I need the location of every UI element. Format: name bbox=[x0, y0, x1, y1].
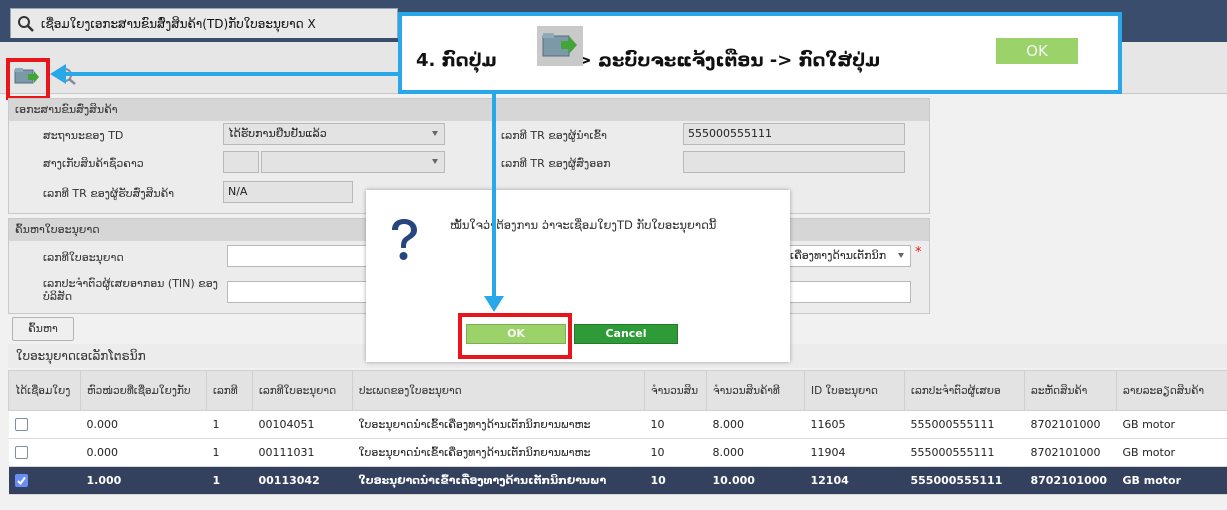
tab-title: ເຊື່ອມໃຍງເອກະສານຂົນສົ່ງສິນຄ້າ(TD)ກັບໃບອະ… bbox=[41, 16, 316, 31]
cell: 8.000 bbox=[706, 410, 805, 439]
td-status-value: ໄດ້ຮັບການຢືນຢັນແລ້ວ bbox=[228, 127, 327, 140]
warehouse-code-field[interactable] bbox=[223, 151, 259, 173]
table-row-selected[interactable]: 1.000 1 00113042 ໃບອະນຸຍາດນໍາເຂົ້າເຄື່ອງ… bbox=[8, 466, 1227, 495]
instruction-callout: 4. ກົດປຸ່ມ -> ລະບົບຈະແຈ້ງເຕືອນ -> ກົດໃສ່… bbox=[398, 12, 1122, 94]
license-no-input[interactable] bbox=[227, 245, 377, 267]
license-no-label: ເລກທີໃບອະນຸຍາດ bbox=[43, 251, 124, 264]
td-status-select[interactable]: ໄດ້ຮັບການຢືນຢັນແລ້ວ bbox=[223, 123, 445, 145]
cell: GB motor bbox=[1116, 438, 1227, 467]
tin-extra-input[interactable] bbox=[785, 281, 911, 303]
cell: 555000555111 bbox=[904, 410, 1025, 439]
chevron-down-icon bbox=[432, 159, 438, 164]
col-header[interactable]: ຫົວໜ່ວຍທີ່ເຊື່ອມໃຍງກັບ bbox=[80, 370, 207, 411]
confirm-dialog: ໝັ້ນໃຈວ່າຕ້ອງການ ວ່າຈະເຊື່ອມໃຍງTD ກັບໃບອ… bbox=[366, 190, 790, 362]
search-button[interactable]: ຄົ້ນຫາ bbox=[12, 317, 74, 341]
cell: 1.000 bbox=[80, 466, 207, 495]
cell: 555000555111 bbox=[904, 438, 1025, 467]
col-header[interactable]: ID ໃບອະນຸຍາດ bbox=[804, 370, 905, 411]
row-checkbox[interactable] bbox=[14, 418, 28, 432]
tin-input[interactable] bbox=[227, 281, 377, 303]
search-icon bbox=[17, 15, 35, 33]
callout-link-icon bbox=[537, 26, 583, 66]
cell: ໃບອະນຸຍາດນໍາເຂົ້າເຄື່ອງທາງດ້ານເຕັກນິກຍານ… bbox=[352, 410, 645, 439]
cell: 555000555111 bbox=[904, 466, 1025, 495]
col-header[interactable]: ເລກທີໃບອະນຸຍາດ bbox=[252, 370, 353, 411]
cell: 0.000 bbox=[80, 438, 207, 467]
table-row[interactable]: 0.000 1 00111031 ໃບອະນຸຍາດນໍາເຂົ້າເຄື່ອງ… bbox=[8, 438, 1227, 467]
chevron-down-icon bbox=[432, 131, 438, 136]
callout-arrow-vertical bbox=[492, 94, 496, 300]
exporter-tr-label: ເລກທີ TR ຂອງຜູ້ສົ່ງອອກ bbox=[501, 157, 611, 170]
dialog-message: ໝັ້ນໃຈວ່າຕ້ອງການ ວ່າຈະເຊື່ອມໃຍງTD ກັບໃບອ… bbox=[450, 218, 717, 232]
exporter-tr-field[interactable] bbox=[683, 151, 905, 173]
col-header[interactable]: ເລກທີ bbox=[206, 370, 253, 411]
col-header[interactable]: ໄດ້ເຊື່ອມໃຍງ bbox=[8, 370, 81, 411]
cell: 00111031 bbox=[252, 438, 353, 467]
instruction-part2: -> ລະບົບຈະແຈ້ງເຕືອນ -> ກົດໃສ່ປຸ່ມ bbox=[569, 50, 881, 71]
cell: 1 bbox=[206, 466, 253, 495]
tab-link-td[interactable]: ເຊື່ອມໃຍງເອກະສານຂົນສົ່ງສິນຄ້າ(TD)ກັບໃບອະ… bbox=[10, 8, 398, 38]
cell: 8702101000 bbox=[1024, 438, 1117, 467]
cell: 8.000 bbox=[706, 438, 805, 467]
arrow-head-down-icon bbox=[484, 296, 504, 312]
cell: GB motor bbox=[1116, 410, 1227, 439]
cell: 8702101000 bbox=[1024, 466, 1117, 495]
app-window: ເຊື່ອມໃຍງເອກະສານຂົນສົ່ງສິນຄ້າ(TD)ກັບໃບອະ… bbox=[0, 0, 1227, 510]
question-icon bbox=[392, 219, 417, 260]
receiver-tr-label: ເລກທີ TR ຂອງຜູ້ຮັບສົ່ງສິນຄ້າ bbox=[43, 187, 175, 200]
instruction-part1: ກົດປຸ່ມ bbox=[441, 50, 497, 71]
linked-cell[interactable] bbox=[8, 410, 81, 439]
col-header[interactable]: ປະເພດຂອງໃບອະນຸຍາດ bbox=[352, 370, 645, 411]
cell: 8702101000 bbox=[1024, 410, 1117, 439]
col-header[interactable]: ເລກປະຈໍາຕົວຜູ້ເສຍອ bbox=[904, 370, 1025, 411]
required-marker: * bbox=[915, 245, 922, 260]
license-type-select[interactable]: ເຄື່ອງທາງດ້ານເຕັກນິກ bbox=[785, 245, 911, 267]
callout-ok-sample: OK bbox=[996, 38, 1078, 64]
cell: ໃບອະນຸຍາດນໍາເຂົ້າເຄື່ອງທາງດ້ານເຕັກນິກຍານ… bbox=[352, 466, 645, 495]
ok-button-highlight bbox=[458, 313, 572, 359]
linked-cell[interactable] bbox=[8, 438, 81, 467]
cell: 10 bbox=[644, 438, 707, 467]
cell: 10.000 bbox=[706, 466, 805, 495]
cell: 10 bbox=[644, 410, 707, 439]
col-header[interactable]: ຈໍານວນສິນ bbox=[644, 370, 707, 411]
importer-tr-field[interactable]: 555000555111 bbox=[683, 123, 905, 145]
col-header[interactable]: ຈໍານວນສິນຄ້າທີ bbox=[706, 370, 805, 411]
license-table: ໄດ້ເຊື່ອມໃຍງ ຫົວໜ່ວຍທີ່ເຊື່ອມໃຍງກັບ ເລກທ… bbox=[8, 370, 1227, 495]
cell: 1 bbox=[206, 438, 253, 467]
cell: 10 bbox=[644, 466, 707, 495]
cell: 11904 bbox=[804, 438, 905, 467]
linked-cell[interactable] bbox=[8, 466, 81, 495]
license-type-value: ເຄື່ອງທາງດ້ານເຕັກນິກ bbox=[790, 249, 887, 262]
receiver-tr-field[interactable]: N/A bbox=[223, 181, 353, 203]
tin-label: ເລກປະຈໍາຕົວຜູ້ເສຍອາກອນ (TIN) ຂອງບໍລິສັດ bbox=[43, 277, 218, 303]
link-button-highlight bbox=[6, 58, 50, 100]
cell: 11605 bbox=[804, 410, 905, 439]
chevron-down-icon bbox=[898, 253, 904, 258]
shipment-panel-header: ເອກະສານຂົນສົ່ງສິນຄ້າ bbox=[9, 99, 929, 121]
row-checkbox-checked[interactable] bbox=[14, 474, 28, 488]
step-number: 4. bbox=[416, 50, 436, 71]
warehouse-label: ສາງເກັບສິນຄ້າຊົ່ວຄາວ bbox=[43, 157, 144, 170]
instruction-text: 4. ກົດປຸ່ມ -> ລະບົບຈະແຈ້ງເຕືອນ -> ກົດໃສ່… bbox=[416, 50, 880, 71]
warehouse-select[interactable] bbox=[261, 151, 445, 173]
checkmark-icon bbox=[16, 477, 26, 486]
cell: ໃບອະນຸຍາດນໍາເຂົ້າເຄື່ອງທາງດ້ານເຕັກນິກຍານ… bbox=[352, 438, 645, 467]
col-header[interactable]: ລະຫັດສິນຄ້າ bbox=[1024, 370, 1117, 411]
td-status-label: ສະຖານະຂອງ TD bbox=[43, 129, 124, 142]
row-checkbox[interactable] bbox=[14, 446, 28, 460]
cell: 1 bbox=[206, 410, 253, 439]
importer-tr-label: ເລກທີ TR ຂອງຜູ້ນໍາເຂົ້າ bbox=[501, 129, 607, 142]
cell: 0.000 bbox=[80, 410, 207, 439]
cell: GB motor bbox=[1116, 466, 1227, 495]
cell: 12104 bbox=[804, 466, 905, 495]
cell: 00113042 bbox=[252, 466, 353, 495]
arrow-head-left-icon bbox=[50, 64, 66, 84]
col-header[interactable]: ລາຍລະອຽດສິນຄ້າ bbox=[1116, 370, 1227, 411]
table-row[interactable]: 0.000 1 00104051 ໃບອະນຸຍາດນໍາເຂົ້າເຄື່ອງ… bbox=[8, 410, 1227, 439]
table-header-row: ໄດ້ເຊື່ອມໃຍງ ຫົວໜ່ວຍທີ່ເຊື່ອມໃຍງກັບ ເລກທ… bbox=[8, 370, 1227, 411]
cell: 00104051 bbox=[252, 410, 353, 439]
cancel-button[interactable]: Cancel bbox=[574, 324, 678, 344]
